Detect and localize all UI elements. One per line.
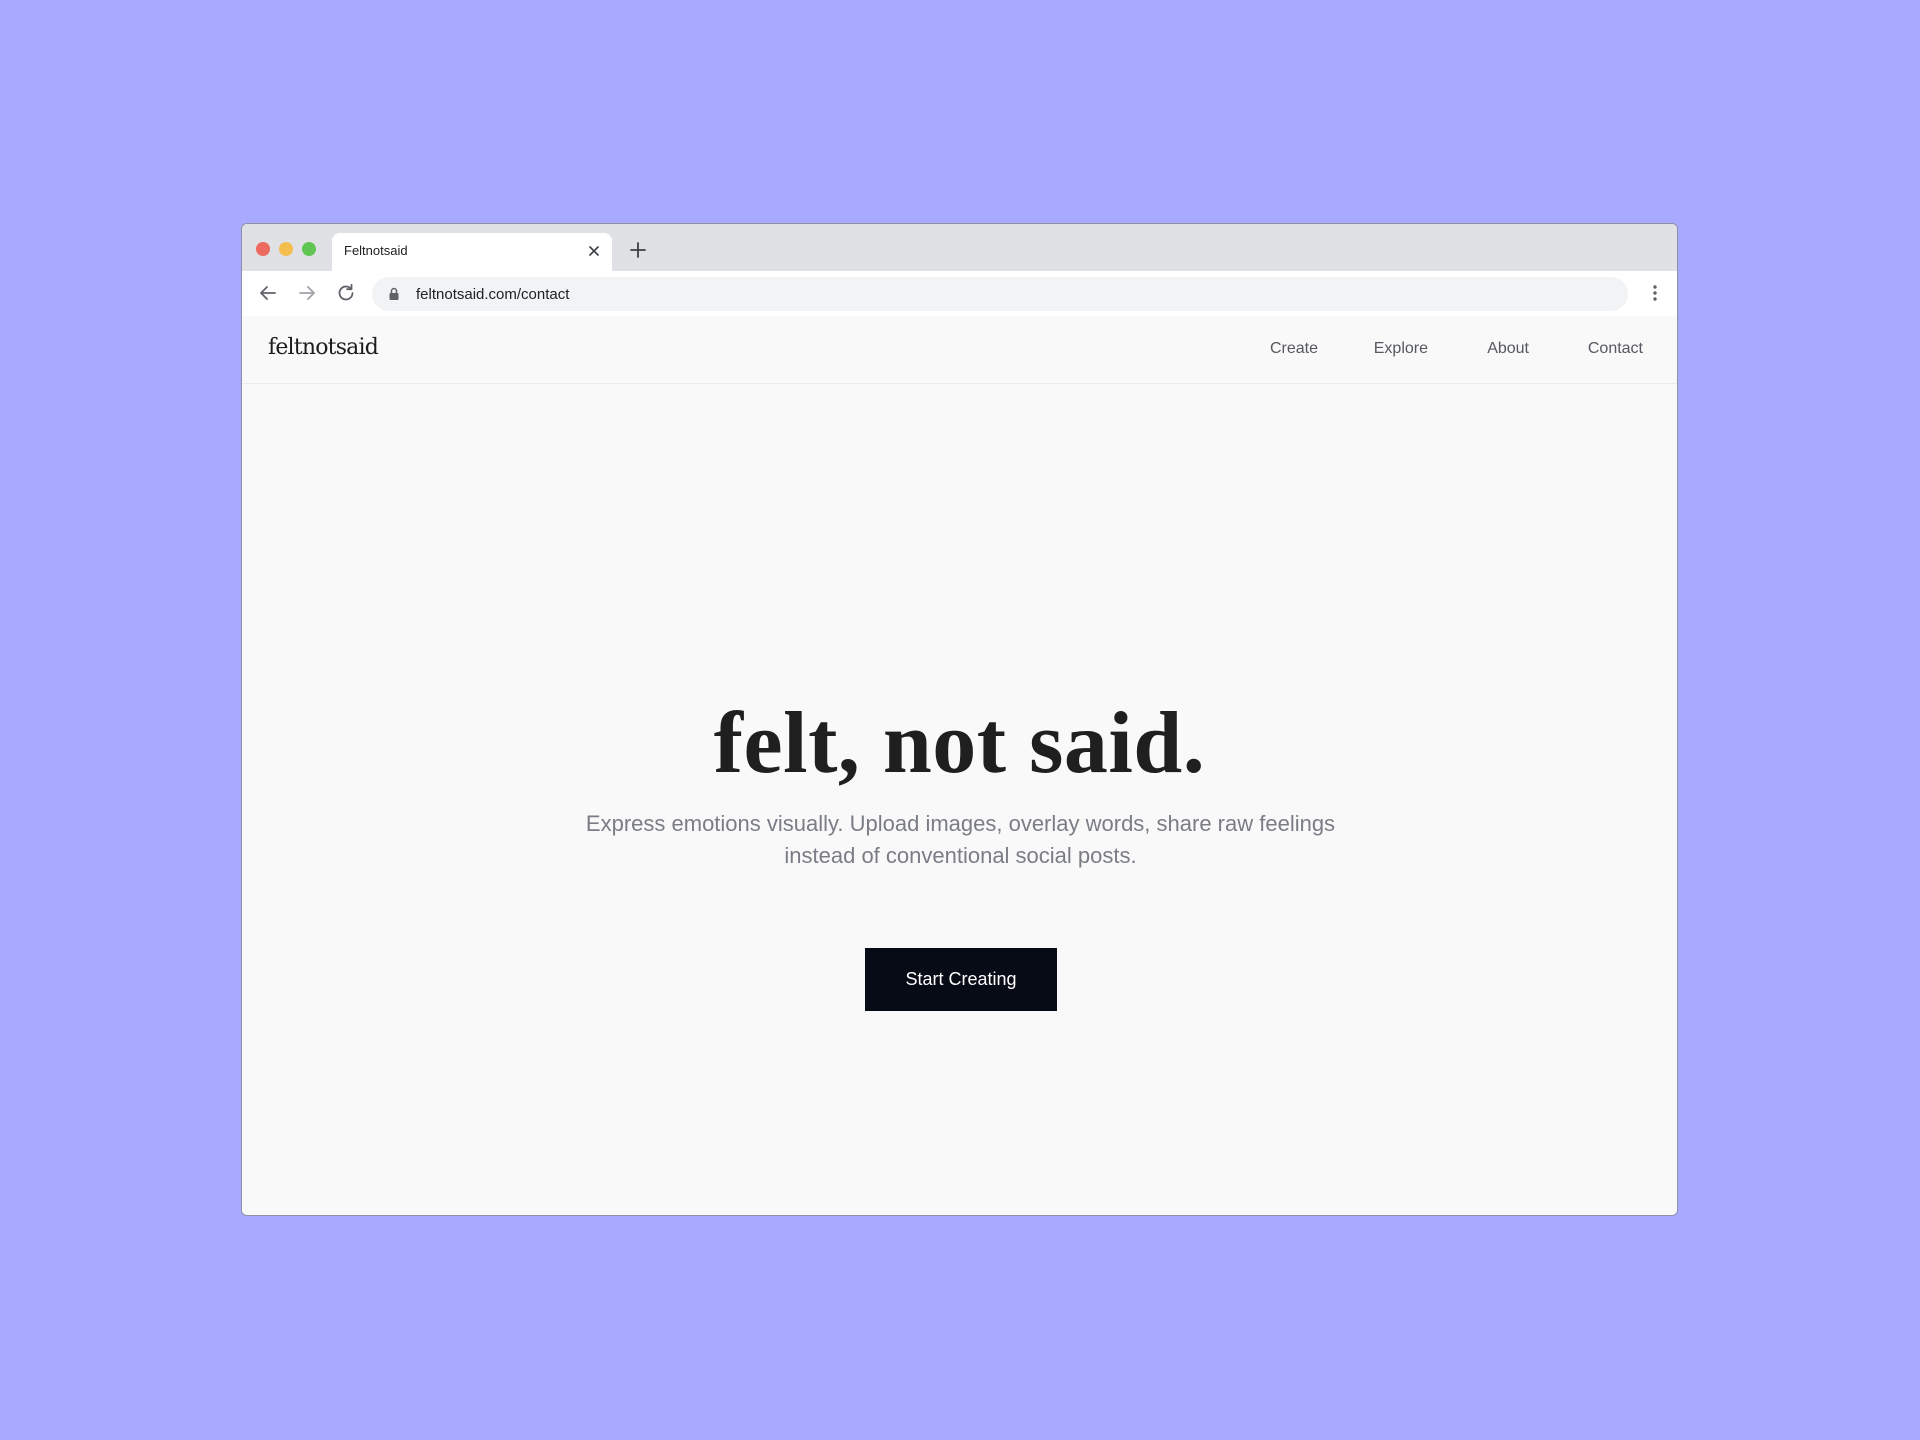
site-logo[interactable]: feltnotsaid (268, 335, 379, 360)
minimize-window-button[interactable] (279, 242, 293, 256)
nav-link-about[interactable]: About (1487, 340, 1529, 358)
arrow-left-icon[interactable] (256, 281, 280, 305)
address-bar[interactable]: feltnotsaid.com/contact (372, 277, 1628, 311)
nav-link-explore[interactable]: Explore (1374, 340, 1428, 358)
nav-link-create[interactable]: Create (1270, 340, 1318, 358)
browser-window: Feltnotsaid feltnotsaid.com/contact felt… (241, 223, 1678, 1216)
arrow-right-icon[interactable] (295, 281, 319, 305)
web-page: feltnotsaid Create Explore About Contact… (242, 316, 1677, 1215)
start-creating-button[interactable]: Start Creating (865, 948, 1057, 1011)
nav-link-contact[interactable]: Contact (1588, 340, 1643, 358)
browser-toolbar: feltnotsaid.com/contact (242, 271, 1677, 316)
close-icon[interactable] (584, 241, 604, 261)
lock-icon (386, 286, 402, 302)
tab-strip: Feltnotsaid (242, 224, 1677, 271)
close-window-button[interactable] (256, 242, 270, 256)
plus-icon[interactable] (627, 239, 649, 261)
site-header: feltnotsaid Create Explore About Contact (242, 316, 1677, 384)
hero-subtitle: Express emotions visually. Upload images… (585, 811, 1336, 868)
reload-icon[interactable] (334, 281, 358, 305)
browser-tab[interactable]: Feltnotsaid (332, 233, 612, 271)
url-text[interactable]: feltnotsaid.com/contact (416, 286, 569, 303)
maximize-window-button[interactable] (302, 242, 316, 256)
more-vertical-icon[interactable] (1643, 281, 1667, 305)
hero-title: felt, not said. (713, 695, 1206, 792)
tab-title: Feltnotsaid (344, 243, 408, 258)
